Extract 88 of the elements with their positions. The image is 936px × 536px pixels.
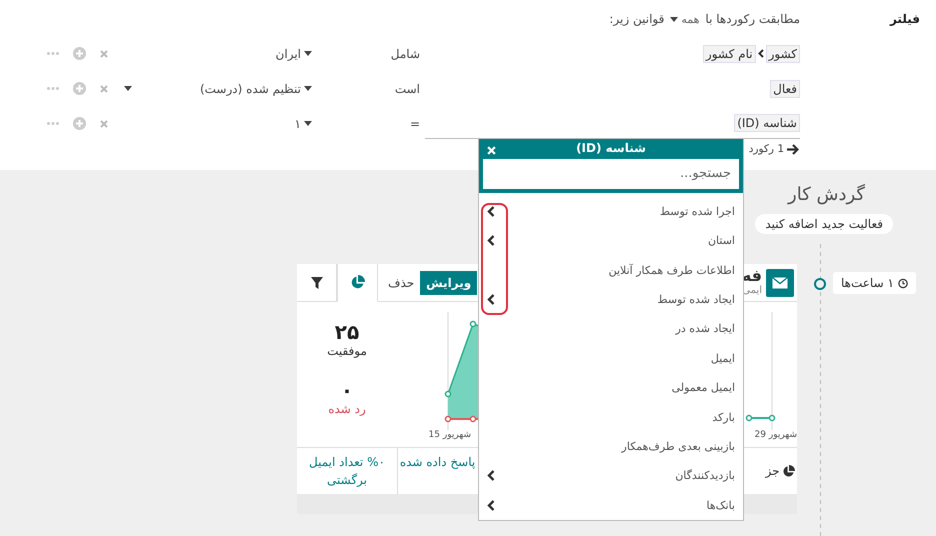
stat-value: ۲۵ [334, 320, 360, 344]
arrow-right-icon [787, 144, 799, 154]
stat-value: ۰ [340, 378, 354, 402]
more-icon [47, 52, 59, 55]
pie-chart-icon [782, 464, 795, 478]
match-mode-dropdown[interactable]: همه [670, 12, 700, 26]
field-list-item[interactable]: بارکد [479, 402, 743, 432]
stat-label: رد شده [328, 402, 366, 416]
chart-point [470, 320, 476, 328]
rule-value[interactable]: ایران [276, 46, 312, 60]
timeline-node [814, 278, 826, 290]
rule-operator[interactable]: شامل [312, 46, 425, 60]
rule-value[interactable]: تنظیم شده (درست) [200, 82, 312, 96]
close-icon [100, 84, 108, 92]
close-icon [487, 146, 496, 155]
chart-tab[interactable] [337, 264, 378, 302]
chart-point [470, 416, 476, 422]
rule-value[interactable]: ۱ [294, 116, 312, 130]
chart-date-label: 15 شهریور [428, 430, 471, 440]
filter-label: فیلتر [888, 11, 921, 28]
field-path-token[interactable]: کشور [766, 44, 800, 62]
trigger-delay-button[interactable]: ۱ ساعت‌ها [833, 272, 916, 294]
add-rule-button[interactable] [73, 47, 86, 60]
add-rule-button[interactable] [73, 82, 86, 95]
delete-button[interactable]: حذف [388, 264, 414, 301]
popover-title: شناسه (ID) [576, 141, 646, 156]
chevron-left-icon [487, 500, 495, 511]
caret-icon [304, 86, 312, 91]
caret-icon [304, 51, 312, 56]
pie-chart-icon [350, 275, 365, 290]
add-activity-button[interactable]: فعالیت جدید اضافه کنید [755, 214, 893, 234]
caret-icon [670, 16, 678, 22]
chevron-left-icon [487, 206, 495, 217]
close-icon [100, 120, 108, 128]
field-path-token[interactable]: فعال [770, 80, 800, 98]
more-button[interactable] [47, 122, 59, 125]
field-list-item[interactable]: اطلاعات طرف همکار آنلاین [479, 255, 743, 285]
close-icon [100, 50, 108, 58]
field-list-item[interactable]: اجرا شده توسط [479, 196, 743, 226]
more-button[interactable] [47, 52, 59, 55]
footer-stat-label: جز [765, 462, 795, 480]
remove-rule-button[interactable] [100, 50, 108, 58]
field-list-item[interactable]: ایمیل [479, 344, 743, 374]
filter-icon [310, 276, 322, 288]
caret-icon [304, 121, 312, 126]
record-count-link[interactable]: 1 رکورد [748, 143, 799, 155]
more-button[interactable] [47, 87, 59, 90]
chart-point [768, 414, 776, 422]
chart-point [444, 390, 452, 398]
field-list-item[interactable]: بانک‌ها [479, 490, 743, 520]
chart-point [444, 416, 452, 422]
rule-operator[interactable]: = [312, 116, 425, 130]
field-list-item[interactable]: ایجاد شده توسط [479, 284, 743, 314]
chevron-left-icon [487, 294, 495, 306]
field-list-item[interactable]: ایجاد شده در [479, 314, 743, 344]
close-button[interactable] [487, 146, 496, 155]
field-list-item[interactable]: ایمیل معمولی [479, 373, 743, 402]
add-rule-button[interactable] [73, 117, 86, 130]
add-icon [73, 82, 86, 95]
stat-label: موفقیت [327, 344, 367, 358]
chart-point [746, 414, 752, 422]
edit-button[interactable]: ویرایش [420, 271, 478, 295]
clock-icon [898, 278, 908, 288]
workflow-title: گردش کار [788, 184, 865, 207]
field-path-token[interactable]: شناسه (ID) [734, 114, 800, 132]
envelope-icon [766, 269, 794, 297]
match-prefix: مطابقت رکوردها با [705, 12, 800, 26]
field-list-item[interactable]: بازبینی بعدی طرف‌همکار [479, 432, 743, 462]
more-icon [47, 122, 59, 125]
remove-rule-button[interactable] [100, 84, 108, 92]
chevron-left-icon [487, 235, 495, 246]
match-suffix: قوانین زیر: [609, 12, 664, 26]
remove-rule-button[interactable] [100, 120, 108, 128]
chart-line [749, 417, 772, 419]
search-field[interactable]: جستجو... [483, 158, 739, 189]
field-list-item[interactable]: بازدیدکنندگان [479, 461, 743, 491]
field-list-item[interactable]: استان [479, 226, 743, 256]
chart-date-label: 29 شهریور [754, 430, 797, 440]
add-icon [73, 47, 86, 60]
rule-operator[interactable]: است [312, 82, 425, 96]
footer-stat-label: پاسخ داده شده [400, 454, 476, 471]
activity-title: فه [742, 268, 762, 284]
more-icon [47, 87, 59, 90]
footer-stat-label: %۰ تعداد ایمیل برگشتی [308, 454, 386, 489]
add-icon [73, 117, 86, 130]
chevron-left-icon [487, 470, 495, 482]
chevron-left-icon [758, 49, 764, 58]
field-path-token[interactable]: نام کشور [702, 44, 756, 62]
